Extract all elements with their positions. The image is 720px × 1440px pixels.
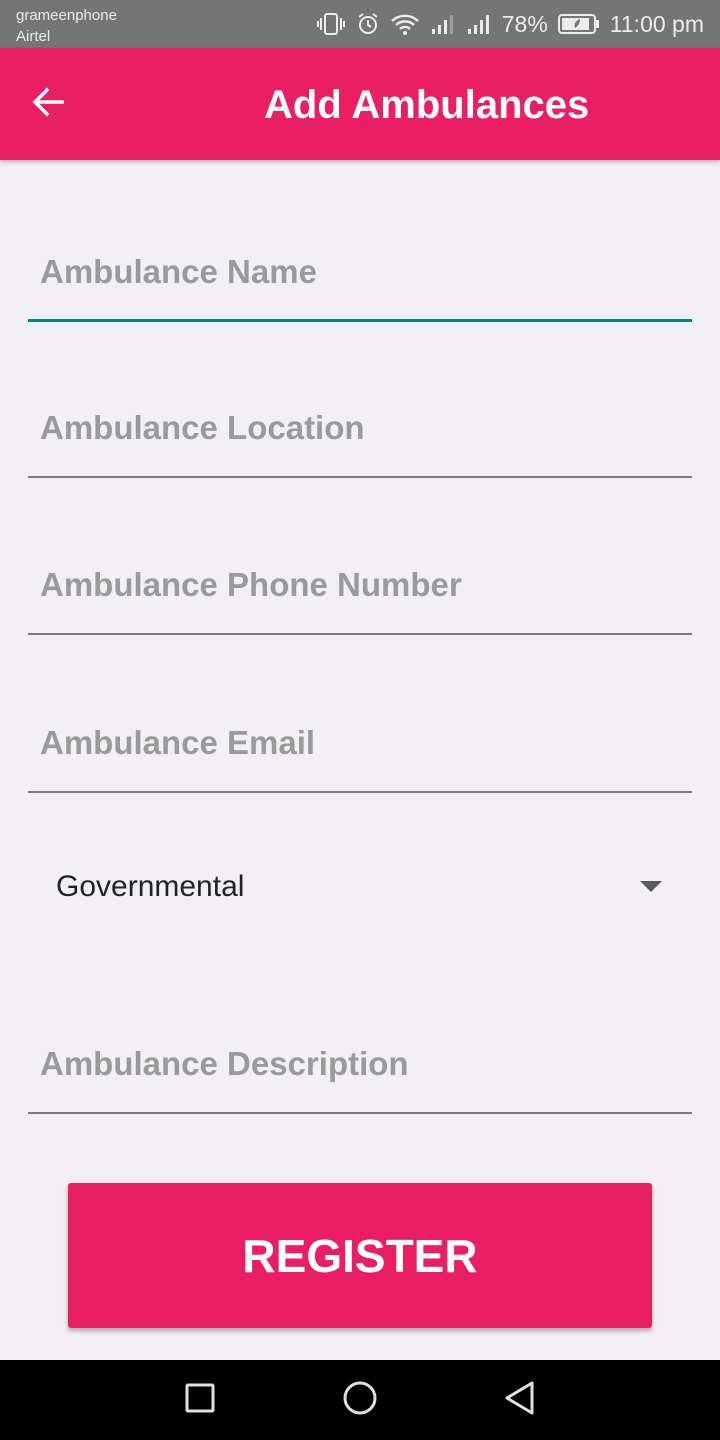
ambulance-email-input[interactable] — [28, 693, 692, 793]
field-underline — [28, 1112, 692, 1114]
signal-icon — [430, 12, 456, 36]
home-icon — [342, 1380, 378, 1421]
back-button[interactable] — [24, 80, 72, 128]
field-underline — [28, 476, 692, 478]
carrier-2: Airtel — [16, 28, 51, 45]
ambulance-type-value: Governmental — [56, 870, 245, 903]
ambulance-name-input[interactable] — [28, 222, 692, 322]
ambulance-phone-input[interactable] — [28, 535, 692, 635]
field-underline — [28, 633, 692, 635]
ambulance-description-input[interactable] — [28, 1014, 692, 1114]
app-bar: Add Ambulances — [0, 48, 720, 160]
system-nav-bar — [0, 1360, 720, 1440]
battery-charging-icon — [557, 13, 600, 35]
status-icons: 78% 11:00 pm — [316, 0, 704, 48]
wifi-icon — [390, 12, 420, 36]
arrow-back-icon — [30, 84, 66, 125]
recent-apps-icon — [184, 1382, 216, 1419]
carrier-1: grameenphone — [16, 7, 117, 24]
ambulance-type-dropdown[interactable]: Governmental — [28, 850, 692, 924]
ambulance-phone-field — [28, 535, 692, 635]
back-icon — [503, 1380, 537, 1421]
alarm-icon — [356, 12, 380, 36]
vibrate-icon — [316, 12, 346, 36]
signal-icon — [466, 12, 492, 36]
ambulance-location-field — [28, 378, 692, 478]
home-button[interactable] — [336, 1376, 384, 1424]
page-title: Add Ambulances — [264, 83, 590, 127]
field-underline — [28, 319, 692, 322]
clock: 11:00 pm — [609, 10, 704, 37]
status-bar: grameenphone Airtel 78% 11:00 pm — [0, 0, 720, 48]
field-underline — [28, 791, 692, 793]
ambulance-location-input[interactable] — [28, 378, 692, 478]
ambulance-description-field — [28, 1014, 692, 1114]
battery-percent: 78% — [501, 10, 548, 37]
ambulance-email-field — [28, 693, 692, 793]
carrier-names: grameenphone Airtel — [16, 5, 117, 47]
ambulance-name-field — [28, 222, 692, 322]
register-button[interactable]: REGISTER — [68, 1183, 652, 1328]
recent-apps-button[interactable] — [176, 1376, 224, 1424]
system-back-button[interactable] — [496, 1376, 544, 1424]
dropdown-arrow-icon — [640, 881, 662, 892]
